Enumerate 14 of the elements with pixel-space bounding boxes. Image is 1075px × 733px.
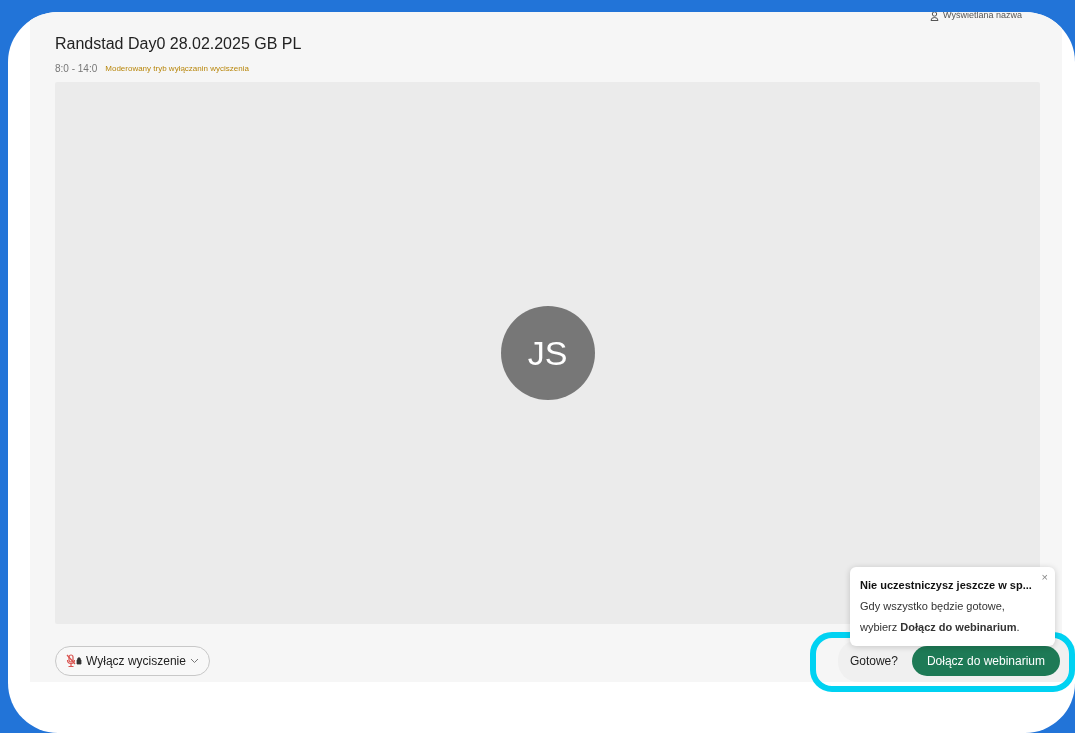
muted-microphone-icon	[66, 654, 82, 668]
participant-avatar: JS	[500, 306, 595, 400]
caret-icon	[189, 658, 199, 664]
tip-title: Nie uczestniczysz jeszcze w sp...	[860, 578, 1032, 593]
meeting-time: 8:0 - 14:0	[55, 62, 98, 76]
join-button[interactable]: Dołącz do webinarium	[911, 646, 1060, 676]
meeting-title: Randstad Day0 28.02.2025 GB PL	[55, 34, 303, 54]
mode-notice: Moderowany tryb wyłączanin wyciszenia	[105, 62, 249, 75]
display-name-label: Wyświetlana nazwa	[943, 12, 1022, 22]
close-button[interactable]: ×	[1041, 570, 1048, 584]
person-icon	[930, 12, 939, 21]
unmute-button[interactable]: Wyłącz wyciszenie	[55, 646, 210, 676]
tip-text: Gdy wszystko będzie gotowe, wybierz Dołącz do webinarium.	[860, 599, 1021, 635]
ready-prompt: Gotowe?	[849, 653, 898, 670]
